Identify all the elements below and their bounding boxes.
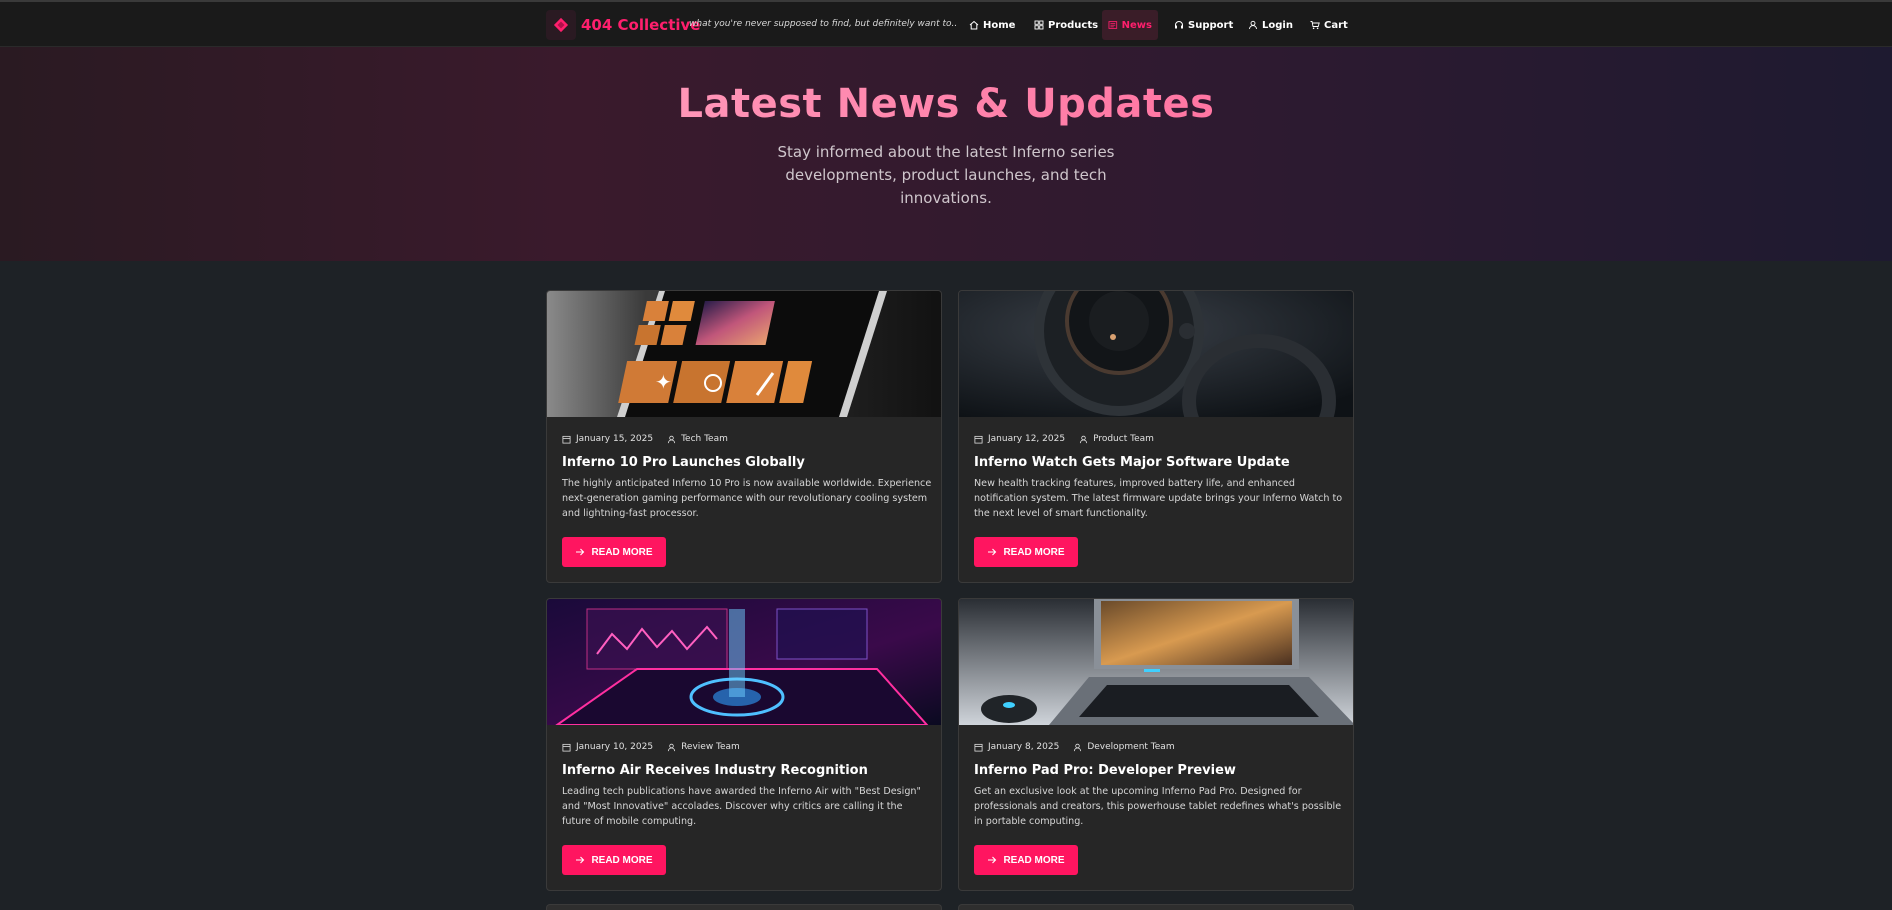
news-card: January 12, 2025 Product Team Inferno Wa… [958, 290, 1354, 583]
article-title[interactable]: Inferno Watch Gets Major Software Update [974, 455, 1344, 470]
article-description: Get an exclusive look at the upcoming In… [974, 786, 1342, 827]
article-description: New health tracking features, improved b… [974, 478, 1343, 519]
user-icon [668, 435, 676, 443]
nav-home-label: Home [983, 19, 1016, 31]
read-more-label: READ MORE [1003, 546, 1065, 558]
brand-name[interactable]: 404 Collective [581, 16, 700, 34]
nav-login[interactable]: Login [1242, 10, 1299, 40]
top-navbar: 404 Collective what you're never suppose… [0, 0, 1892, 47]
article-author: Development Team [1087, 742, 1175, 752]
article-title[interactable]: Inferno Pad Pro: Developer Preview [974, 763, 1344, 778]
user-icon [1080, 435, 1088, 443]
read-more-label: READ MORE [1003, 854, 1065, 866]
nav-products[interactable]: Products [1028, 10, 1104, 40]
news-card-peek [958, 904, 1354, 910]
arrow-right-icon [988, 548, 997, 556]
page-subtitle: Stay informed about the latest Inferno s… [777, 143, 1115, 207]
read-more-button[interactable]: READ MORE [562, 537, 666, 567]
article-meta: January 10, 2025 Review Team [562, 742, 740, 752]
nav-news[interactable]: News [1102, 10, 1158, 40]
nav-support[interactable]: Support [1168, 10, 1239, 40]
nav-login-label: Login [1262, 19, 1293, 31]
article-description: The highly anticipated Inferno 10 Pro is… [562, 478, 932, 519]
calendar-icon [974, 743, 983, 752]
diamond-logo-icon [553, 17, 569, 33]
article-date: January 15, 2025 [576, 434, 654, 444]
read-more-label: READ MORE [591, 854, 653, 866]
article-author: Product Team [1093, 434, 1154, 444]
calendar-icon [562, 743, 571, 752]
read-more-button[interactable]: READ MORE [974, 537, 1078, 567]
article-author: Tech Team [681, 434, 728, 444]
read-more-label: READ MORE [591, 546, 653, 558]
news-card-peek [546, 904, 942, 910]
nav-cart-label: Cart [1324, 19, 1348, 31]
gaming-laptop-image [959, 599, 1353, 725]
phone-tiles-image: ✦ [547, 291, 941, 417]
article-author: Review Team [681, 742, 740, 752]
news-card: January 10, 2025 Review Team Inferno Air… [546, 598, 942, 891]
article-meta: January 15, 2025 Tech Team [562, 434, 728, 444]
article-meta: January 12, 2025 Product Team [974, 434, 1154, 444]
nav-support-label: Support [1188, 19, 1234, 31]
article-date: January 12, 2025 [988, 434, 1066, 444]
nav-news-label: News [1121, 19, 1152, 31]
brand-logo[interactable] [546, 10, 576, 40]
news-card: January 8, 2025 Development Team Inferno… [958, 598, 1354, 891]
user-icon [668, 743, 676, 751]
home-icon [969, 20, 979, 30]
cart-icon [1310, 21, 1320, 30]
article-meta: January 8, 2025 Development Team [974, 742, 1175, 752]
grid-icon [1034, 20, 1044, 30]
read-more-button[interactable]: READ MORE [562, 845, 666, 875]
holographic-phone-image [547, 599, 941, 725]
article-date: January 10, 2025 [576, 742, 654, 752]
arrow-right-icon [576, 548, 585, 556]
newspaper-icon [1108, 21, 1118, 29]
headset-icon [1175, 21, 1183, 29]
page-title: Latest News & Updates [0, 81, 1892, 127]
hero-section: Latest News & Updates Stay informed abou… [0, 47, 1892, 261]
svg-text:✦: ✦ [655, 370, 672, 394]
calendar-icon [562, 435, 571, 444]
calendar-icon [974, 435, 983, 444]
user-icon [1074, 743, 1082, 751]
nav-cart[interactable]: Cart [1304, 10, 1354, 40]
article-title[interactable]: Inferno 10 Pro Launches Globally [562, 455, 932, 470]
user-icon [1249, 20, 1257, 30]
arrow-right-icon [988, 856, 997, 864]
article-date: January 8, 2025 [988, 742, 1060, 752]
read-more-button[interactable]: READ MORE [974, 845, 1078, 875]
article-title[interactable]: Inferno Air Receives Industry Recognitio… [562, 763, 932, 778]
nav-products-label: Products [1048, 19, 1099, 31]
article-description: Leading tech publications have awarded t… [562, 786, 921, 827]
watch-image [959, 291, 1353, 417]
arrow-right-icon [576, 856, 585, 864]
brand-tagline: what you're never supposed to find, but … [689, 19, 958, 29]
news-card: ✦ January 15, 2025 Tech Team Inferno 10 … [546, 290, 942, 583]
nav-home[interactable]: Home [963, 10, 1021, 40]
